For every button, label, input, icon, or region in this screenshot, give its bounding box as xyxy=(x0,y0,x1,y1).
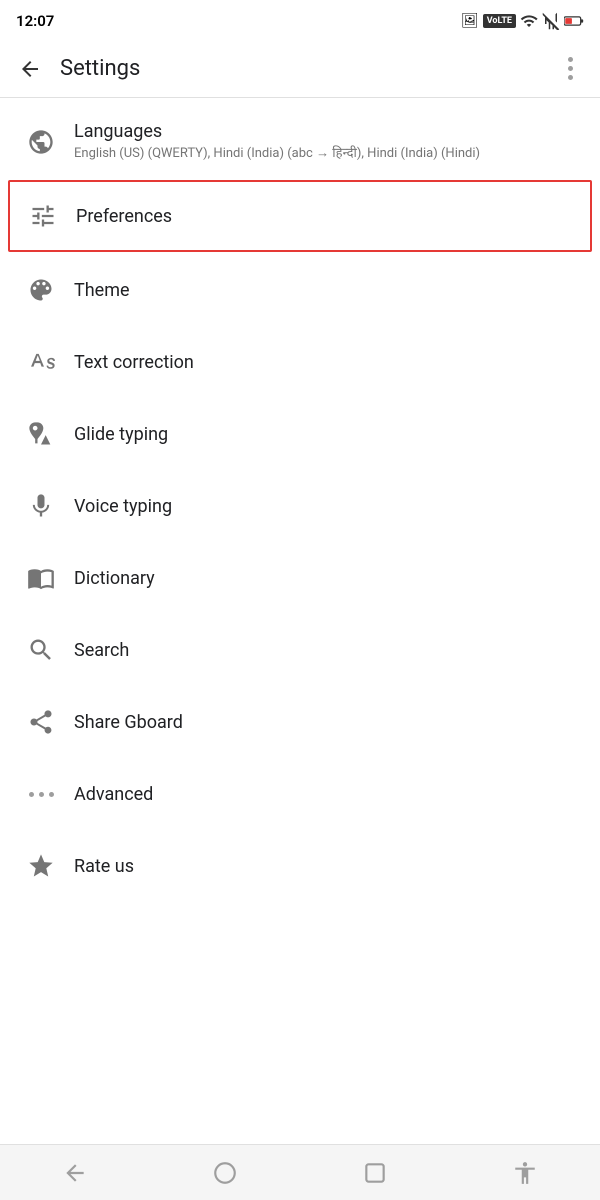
nav-recents-icon xyxy=(362,1160,388,1186)
languages-content: Languages English (US) (QWERTY), Hindi (… xyxy=(74,121,584,163)
nav-back-button[interactable] xyxy=(45,1151,105,1195)
search-label: Search xyxy=(74,640,584,661)
search-icon xyxy=(27,636,55,664)
menu-item-advanced[interactable]: Advanced xyxy=(0,758,600,830)
glide-icon xyxy=(27,420,55,448)
menu-item-theme[interactable]: Theme xyxy=(0,254,600,326)
advanced-content: Advanced xyxy=(74,784,584,805)
more-icon xyxy=(568,57,573,80)
nav-recents-button[interactable] xyxy=(345,1151,405,1195)
text-correction-label: Text correction xyxy=(74,352,584,373)
search-content: Search xyxy=(74,640,584,661)
bottom-nav xyxy=(0,1144,600,1200)
mic-icon-wrap xyxy=(16,492,66,520)
sliders-icon-wrap xyxy=(18,202,68,230)
share-icon xyxy=(27,708,55,736)
advanced-label: Advanced xyxy=(74,784,584,805)
menu-item-text-correction[interactable]: Text correction xyxy=(0,326,600,398)
nav-back-icon xyxy=(62,1160,88,1186)
menu-item-rate-us[interactable]: Rate us xyxy=(0,830,600,902)
dictionary-label: Dictionary xyxy=(74,568,584,589)
search-icon-wrap xyxy=(16,636,66,664)
star-icon xyxy=(27,852,55,880)
text-correction-icon-wrap xyxy=(16,348,66,376)
palette-icon xyxy=(27,276,55,304)
status-icons: 🖼 VoLTE xyxy=(461,12,584,30)
star-icon-wrap xyxy=(16,852,66,880)
voice-typing-label: Voice typing xyxy=(74,496,584,517)
app-bar: Settings xyxy=(0,40,600,98)
glide-typing-content: Glide typing xyxy=(74,424,584,445)
page-title: Settings xyxy=(60,56,548,81)
theme-label: Theme xyxy=(74,280,584,301)
share-gboard-label: Share Gboard xyxy=(74,712,584,733)
nav-home-button[interactable] xyxy=(195,1151,255,1195)
status-bar: 12:07 🖼 VoLTE xyxy=(0,0,600,40)
rate-us-label: Rate us xyxy=(74,856,584,877)
languages-label: Languages xyxy=(74,121,584,142)
menu-item-voice-typing[interactable]: Voice typing xyxy=(0,470,600,542)
preferences-content: Preferences xyxy=(76,206,582,227)
back-icon xyxy=(18,57,42,81)
more-options-button[interactable] xyxy=(548,47,592,91)
battery-icon xyxy=(564,14,584,28)
menu-item-preferences[interactable]: Preferences xyxy=(8,180,592,252)
menu-item-share-gboard[interactable]: Share Gboard xyxy=(0,686,600,758)
preferences-label: Preferences xyxy=(76,206,582,227)
glide-typing-label: Glide typing xyxy=(74,424,584,445)
mic-icon xyxy=(27,492,55,520)
photo-icon: 🖼 xyxy=(461,13,479,29)
palette-icon-wrap xyxy=(16,276,66,304)
globe-icon xyxy=(27,128,55,156)
dictionary-content: Dictionary xyxy=(74,568,584,589)
languages-sublabel: English (US) (QWERTY), Hindi (India) (ab… xyxy=(74,145,584,163)
text-correction-content: Text correction xyxy=(74,352,584,373)
dictionary-icon xyxy=(27,564,55,592)
volte-badge: VoLTE xyxy=(483,14,516,28)
glide-icon-wrap xyxy=(16,420,66,448)
dictionary-icon-wrap xyxy=(16,564,66,592)
share-icon-wrap xyxy=(16,708,66,736)
share-gboard-content: Share Gboard xyxy=(74,712,584,733)
menu-item-search[interactable]: Search xyxy=(0,614,600,686)
rate-us-content: Rate us xyxy=(74,856,584,877)
menu-item-languages[interactable]: Languages English (US) (QWERTY), Hindi (… xyxy=(0,106,600,178)
menu-item-dictionary[interactable]: Dictionary xyxy=(0,542,600,614)
nav-accessibility-button[interactable] xyxy=(495,1151,555,1195)
sliders-icon xyxy=(29,202,57,230)
nav-home-icon xyxy=(212,1160,238,1186)
status-time: 12:07 xyxy=(16,12,54,30)
text-correction-icon xyxy=(27,348,55,376)
settings-menu: Languages English (US) (QWERTY), Hindi (… xyxy=(0,98,600,910)
theme-content: Theme xyxy=(74,280,584,301)
menu-item-glide-typing[interactable]: Glide typing xyxy=(0,398,600,470)
nav-accessibility-icon xyxy=(512,1160,538,1186)
advanced-icon-wrap xyxy=(16,792,66,797)
advanced-icon xyxy=(29,792,54,797)
voice-typing-content: Voice typing xyxy=(74,496,584,517)
signal-icon xyxy=(542,12,560,30)
globe-icon-wrap xyxy=(16,128,66,156)
wifi-icon xyxy=(520,12,538,30)
back-button[interactable] xyxy=(8,47,52,91)
